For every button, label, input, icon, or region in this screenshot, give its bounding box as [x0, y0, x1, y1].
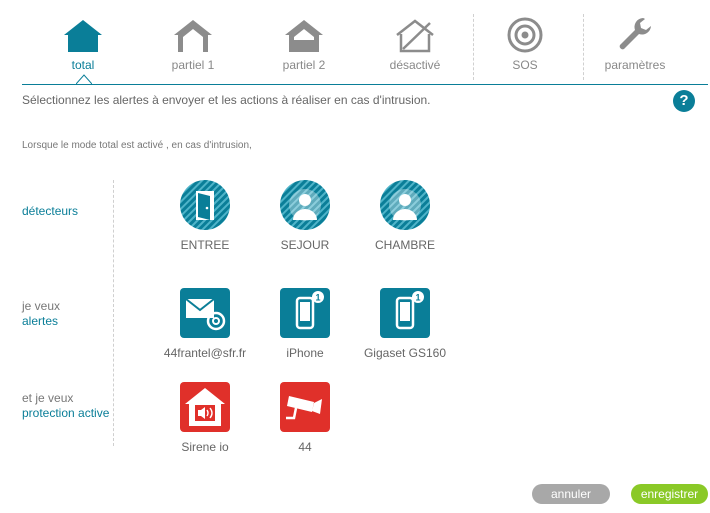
- wrench-icon: [619, 18, 651, 50]
- protection-name: 44: [298, 440, 312, 454]
- house-disabled-icon: [396, 19, 434, 53]
- alert-gigaset[interactable]: 1 Gigaset GS160: [355, 288, 455, 360]
- mode-subtitle: Lorsque le mode total est activé , en ca…: [22, 140, 252, 151]
- detector-entree[interactable]: ENTREE: [155, 180, 255, 252]
- alert-name: 44frantel@sfr.fr: [163, 346, 247, 360]
- door-icon: [180, 180, 230, 230]
- email-icon: [180, 288, 230, 338]
- help-button[interactable]: ?: [673, 90, 695, 112]
- protection-name: Sirene io: [181, 440, 229, 454]
- row-label-alertes: je veux alertes: [22, 299, 61, 328]
- phone-icon: 1: [280, 288, 330, 338]
- tab-divider: [473, 14, 474, 80]
- detector-name: CHAMBRE: [374, 238, 435, 252]
- siren-icon: [180, 382, 230, 432]
- cancel-button[interactable]: annuler: [532, 484, 610, 504]
- tab-partiel-1[interactable]: partiel 1: [148, 0, 238, 84]
- tab-label: partiel 1: [171, 58, 215, 72]
- tab-label: désactivé: [389, 58, 441, 72]
- tab-label: SOS: [512, 58, 538, 72]
- tab-partiel-2[interactable]: partiel 2: [259, 0, 349, 84]
- motion-sensor-icon: [280, 180, 330, 230]
- alert-email[interactable]: 44frantel@sfr.fr: [155, 288, 255, 360]
- tab-label: paramètres: [604, 58, 666, 72]
- tab-total[interactable]: total: [40, 0, 126, 84]
- house-partial-icon: [285, 20, 323, 52]
- row-label-protection: et je veux protection active: [22, 391, 110, 420]
- notification-badge: 1: [415, 293, 420, 303]
- house-filled-icon: [64, 20, 102, 52]
- phone-icon: 1: [380, 288, 430, 338]
- tab-label: partiel 2: [282, 58, 326, 72]
- protection-siren[interactable]: Sirene io: [155, 382, 255, 454]
- camera-icon: [280, 382, 330, 432]
- detector-chambre[interactable]: CHAMBRE: [355, 180, 455, 252]
- protection-camera[interactable]: 44: [255, 382, 355, 454]
- alert-iphone[interactable]: 1 iPhone: [255, 288, 355, 360]
- active-tab-caret: [76, 74, 92, 85]
- row-label-detecteurs: détecteurs: [22, 204, 79, 218]
- row-divider: [113, 180, 114, 446]
- alert-name: iPhone: [286, 346, 324, 360]
- tab-label: total: [71, 58, 95, 72]
- tab-divider: [583, 14, 584, 80]
- house-partial-icon: [174, 20, 212, 52]
- motion-sensor-icon: [380, 180, 430, 230]
- detector-sejour[interactable]: SEJOUR: [255, 180, 355, 252]
- detector-name: SEJOUR: [280, 238, 330, 252]
- tab-desactive[interactable]: désactivé: [370, 0, 460, 84]
- detector-name: ENTREE: [180, 238, 230, 252]
- tab-parametres[interactable]: paramètres: [590, 0, 680, 84]
- tab-sos[interactable]: SOS: [480, 0, 570, 84]
- save-button[interactable]: enregistrer: [631, 484, 708, 504]
- tab-underline: [22, 84, 708, 85]
- sos-target-icon: [507, 17, 543, 53]
- intro-text: Sélectionnez les alertes à envoyer et le…: [22, 93, 431, 107]
- notification-badge: 1: [315, 293, 320, 303]
- alert-name: Gigaset GS160: [363, 346, 447, 360]
